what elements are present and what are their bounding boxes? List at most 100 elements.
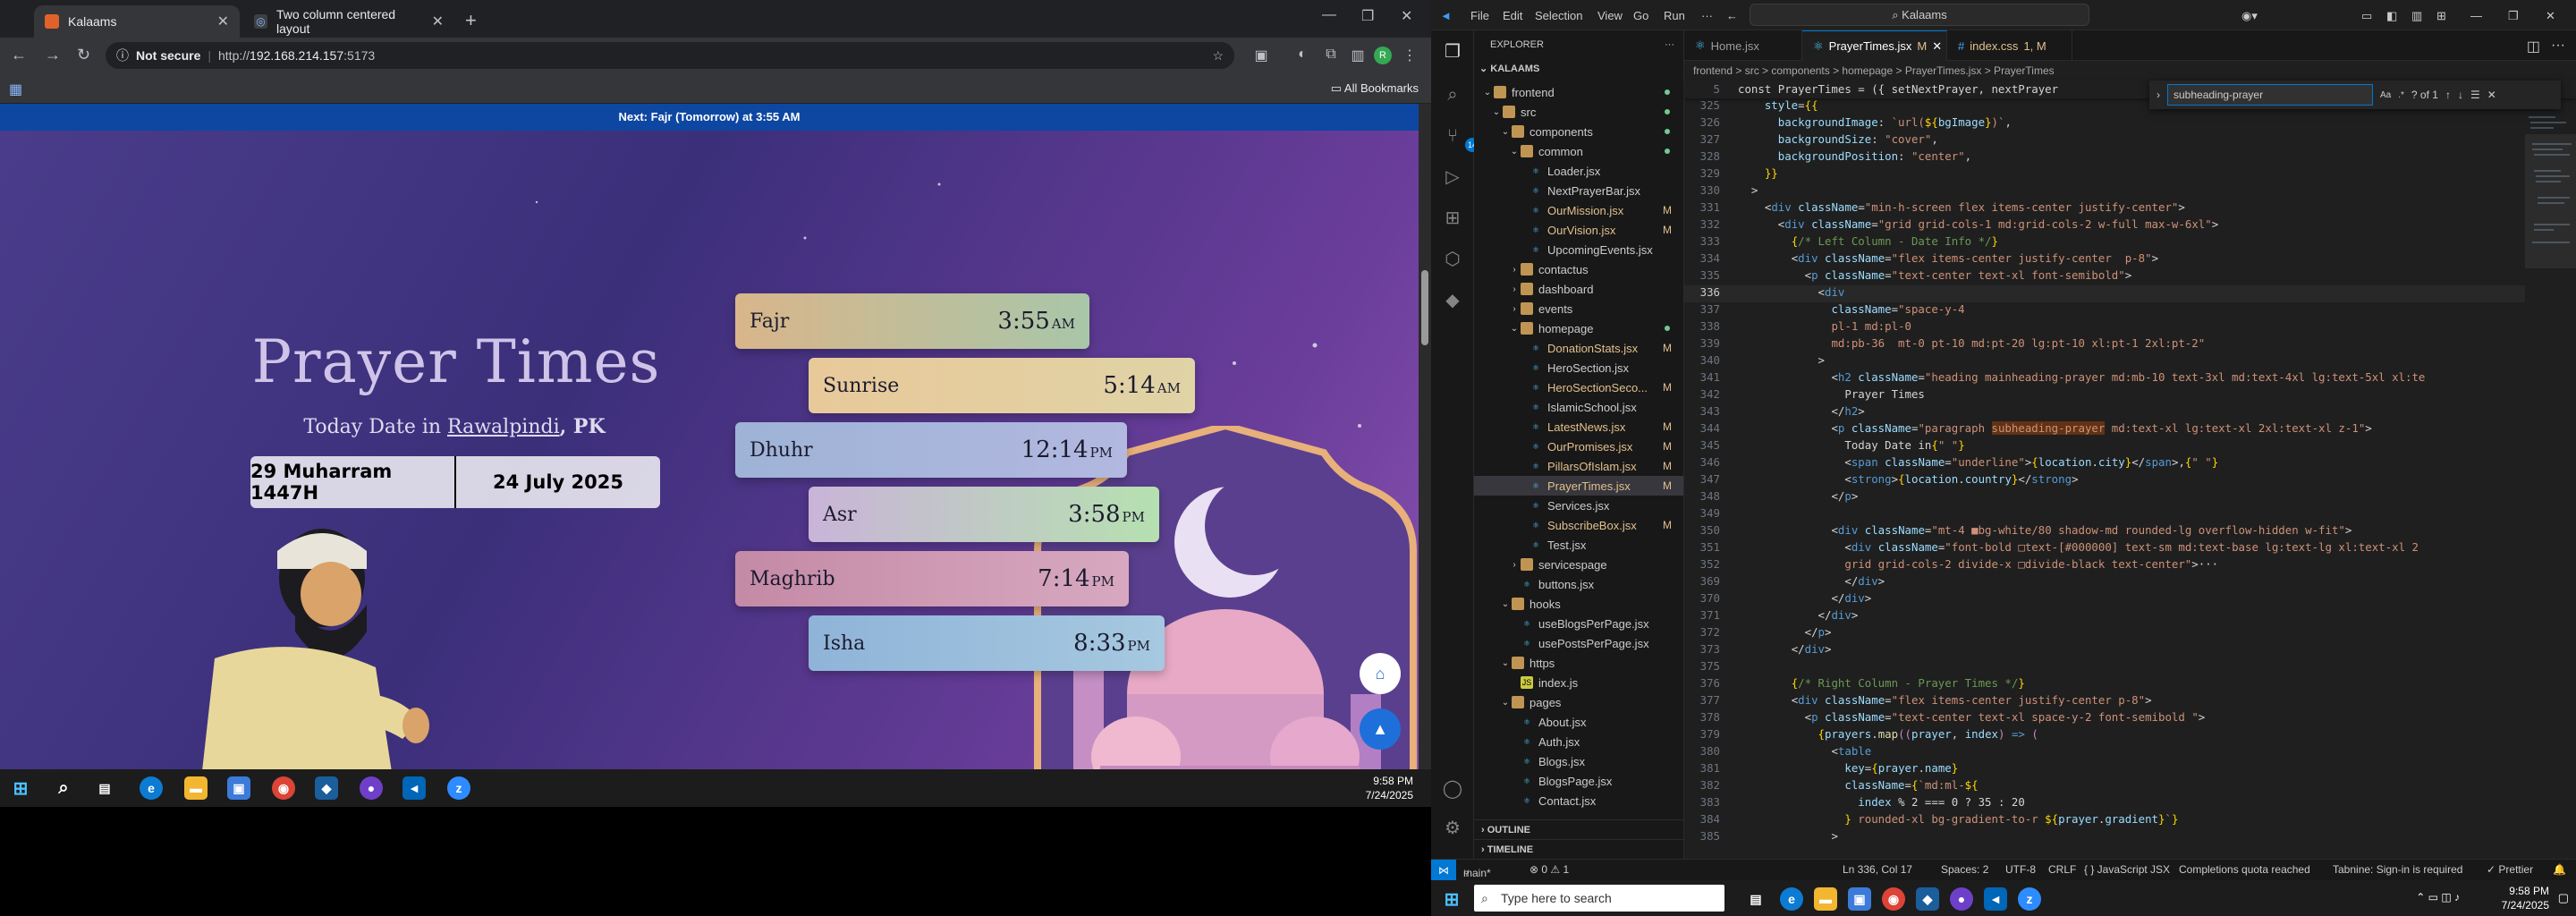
code-line[interactable]: 329 }} <box>1684 166 2525 183</box>
apps-grid-icon[interactable]: ▦ <box>9 81 22 98</box>
code-line[interactable]: 378 <p className="text-center text-xl sp… <box>1684 710 2525 727</box>
toggle-panel-icon[interactable]: ▭ <box>2361 9 2372 23</box>
code-line[interactable]: 375 <box>1684 659 2525 676</box>
code-line[interactable]: 345 Today Date in{" "} <box>1684 438 2525 455</box>
info-icon[interactable]: ⓘ <box>116 47 129 64</box>
close-window-icon[interactable]: ✕ <box>2546 9 2555 23</box>
all-bookmarks-button[interactable]: ▭ All Bookmarks <box>1331 81 1419 96</box>
tree-folder[interactable]: › dashboard <box>1474 279 1683 299</box>
copilot-quota[interactable]: Completions quota reached <box>2179 863 2310 876</box>
browser-page-scrollbar[interactable] <box>1419 104 1431 769</box>
regex-icon[interactable]: .* <box>2398 90 2404 100</box>
indentation[interactable]: Spaces: 2 <box>1941 863 1988 876</box>
tree-folder[interactable]: ⌄ homepage <box>1474 318 1683 338</box>
chrome-icon[interactable]: ◉ <box>272 776 295 800</box>
menu-view[interactable]: View <box>1597 9 1623 22</box>
code-line[interactable]: 338 pl-1 md:pl-0 <box>1684 319 2525 336</box>
find-in-selection-icon[interactable]: ☰ <box>2470 89 2480 101</box>
tab-prayertimes-jsx[interactable]: ⚛ PrayerTimes.jsx M ✕ <box>1802 30 1947 61</box>
code-line[interactable]: 351 <div className="font-bold □text-[#00… <box>1684 540 2525 557</box>
close-find-icon[interactable]: ✕ <box>2487 89 2496 101</box>
close-tab-icon[interactable]: ✕ <box>217 13 229 30</box>
remote-explorer-icon[interactable]: ⬡ <box>1442 249 1463 270</box>
code-line[interactable]: 384 } rounded-xl bg-gradient-to-r ${pray… <box>1684 812 2525 829</box>
tree-file[interactable]: ⚛ PillarsOfIslam.jsx M <box>1474 456 1683 476</box>
chrome-icon[interactable]: ◉ <box>1882 887 1905 911</box>
outline-section[interactable]: › OUTLINE <box>1474 819 1683 839</box>
zoom-icon[interactable]: z <box>2018 887 2041 911</box>
tree-file[interactable]: ⚛ PrayerTimes.jsx M <box>1474 476 1683 496</box>
file-explorer-icon[interactable]: ▬ <box>1814 887 1837 911</box>
tree-folder[interactable]: › contactus <box>1474 259 1683 279</box>
tree-file[interactable]: ⚛ IslamicSchool.jsx <box>1474 397 1683 417</box>
tree-file[interactable]: ⚛ HeroSectionSeco... M <box>1474 377 1683 397</box>
tree-folder[interactable]: ⌄ pages <box>1474 692 1683 712</box>
sidebar-icon[interactable]: ▥ <box>1349 47 1367 64</box>
windows-start-icon[interactable]: ⊞ <box>1440 887 1463 911</box>
breadcrumb[interactable]: frontend > src > components > homepage >… <box>1684 61 2576 81</box>
edge-icon[interactable]: e <box>140 776 163 800</box>
code-line[interactable]: 343 </h2> <box>1684 404 2525 421</box>
tree-folder[interactable]: ⌄ common <box>1474 141 1683 161</box>
tree-folder[interactable]: ⌄ https <box>1474 653 1683 673</box>
profile-avatar[interactable]: R <box>1374 47 1392 64</box>
tree-file[interactable]: ⚛ buttons.jsx <box>1474 574 1683 594</box>
code-line[interactable]: 370 </div> <box>1684 591 2525 608</box>
language-mode[interactable]: { } JavaScript JSX <box>2084 863 2170 876</box>
run-debug-icon[interactable]: ▷ <box>1442 166 1463 188</box>
code-line[interactable]: 380 <table <box>1684 744 2525 761</box>
tree-file[interactable]: ⚛ DonationStats.jsx M <box>1474 338 1683 358</box>
menu-run[interactable]: Run <box>1664 9 1685 22</box>
layout-icon[interactable]: ▥ <box>2411 9 2422 23</box>
encoding[interactable]: UTF-8 <box>2005 863 2036 876</box>
maximize-icon[interactable]: ❐ <box>2508 9 2519 23</box>
cursor-position[interactable]: Ln 336, Col 17 <box>1843 863 1912 876</box>
bookmark-star-icon[interactable]: ☆ <box>1212 48 1224 64</box>
tree-file[interactable]: ⚛ UpcomingEvents.jsx <box>1474 240 1683 259</box>
scrollbar-thumb[interactable] <box>1421 270 1428 345</box>
menu-selection[interactable]: Selection <box>1535 9 1582 22</box>
task-view-icon[interactable]: ▤ <box>93 776 116 800</box>
taskbar-clock-left[interactable]: 9:58 PM 7/24/2025 <box>1366 774 1413 802</box>
code-line[interactable]: 342 Prayer Times <box>1684 387 2525 404</box>
problems-count[interactable]: ⊗ 0 ⚠ 1 <box>1530 863 1569 876</box>
code-line[interactable]: 334 <div className="flex items-center ju… <box>1684 251 2525 268</box>
edge-icon[interactable]: e <box>1780 887 1803 911</box>
code-line[interactable]: 373 </div> <box>1684 642 2525 659</box>
menu-more[interactable]: ··· <box>1701 9 1713 22</box>
code-line[interactable]: 326 backgroundImage: `url(${bgImage})`, <box>1684 115 2525 132</box>
tree-folder[interactable]: ⌄ src <box>1474 102 1683 122</box>
customize-layout-icon[interactable]: ⊞ <box>2436 9 2446 23</box>
remote-indicator-icon[interactable]: ⋈ <box>1431 860 1456 881</box>
forward-icon[interactable]: → <box>45 46 61 64</box>
extensions-icon[interactable]: ⊞ <box>1442 208 1463 229</box>
code-line[interactable]: 336 <div <box>1684 285 2525 302</box>
toggle-replace-icon[interactable]: › <box>2157 89 2160 101</box>
minimize-icon[interactable]: — <box>2470 9 2482 22</box>
tree-file[interactable]: ⚛ usePostsPerPage.jsx <box>1474 633 1683 653</box>
tab-home-jsx[interactable]: ⚛ Home.jsx <box>1684 30 1802 61</box>
tree-file[interactable]: ⚛ LatestNews.jsx M <box>1474 417 1683 437</box>
code-line[interactable]: 330 > <box>1684 183 2525 200</box>
tree-folder[interactable]: › events <box>1474 299 1683 318</box>
taskbar-clock-right[interactable]: 9:58 PM 7/24/2025 <box>2502 884 2549 912</box>
store-icon[interactable]: ▣ <box>1848 887 1871 911</box>
code-line[interactable]: 385 > <box>1684 829 2525 846</box>
github-icon[interactable]: ● <box>1950 887 1973 911</box>
code-line[interactable]: 377 <div className="flex items-center ju… <box>1684 693 2525 710</box>
menu-file[interactable]: File <box>1470 9 1489 22</box>
minimize-icon[interactable]: — <box>1322 7 1336 23</box>
code-line[interactable]: 369 </div> <box>1684 574 2525 591</box>
back-icon[interactable]: ← <box>11 46 27 64</box>
prettier-status[interactable]: ✓ Prettier <box>2487 863 2533 876</box>
menu-go[interactable]: Go <box>1633 9 1648 22</box>
nav-back-icon[interactable]: ← <box>1726 9 1738 22</box>
search-icon[interactable]: ⌕ <box>1442 84 1463 106</box>
code-line[interactable]: 379 {prayers.map((prayer, index) => ( <box>1684 727 2525 744</box>
tree-file[interactable]: ⚛ Contact.jsx <box>1474 791 1683 810</box>
tree-file[interactable]: ⚛ useBlogsPerPage.jsx <box>1474 614 1683 633</box>
code-line[interactable]: 348 </p> <box>1684 489 2525 506</box>
browser-tab-kalaams[interactable]: Kalaams ✕ <box>34 5 240 38</box>
tree-folder[interactable]: ⌄ components <box>1474 122 1683 141</box>
account-icon[interactable]: ◯ <box>1442 778 1463 800</box>
